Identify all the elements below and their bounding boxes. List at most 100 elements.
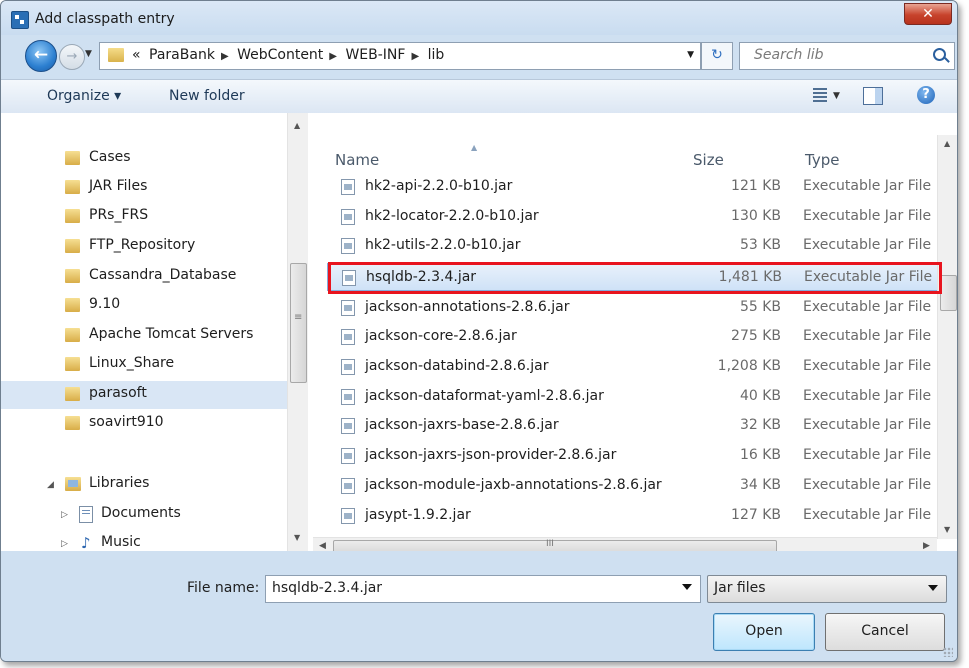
file-row[interactable]: jackson-dataformat-yaml-2.8.6.jar 40 KB Ex…: [327, 383, 941, 411]
nav-folder-cases[interactable]: Cases: [1, 145, 287, 173]
scroll-thumb[interactable]: [290, 263, 307, 383]
breadcrumb-overflow[interactable]: «: [132, 47, 141, 63]
nav-library-label: Music: [101, 534, 141, 550]
address-dropdown-icon[interactable]: ▼: [687, 50, 694, 60]
file-name-input[interactable]: [266, 576, 672, 600]
organize-button[interactable]: Organize ▾: [47, 88, 121, 104]
app-icon: [11, 11, 29, 29]
nav-folder-ftp-repository[interactable]: FTP_Repository: [1, 233, 287, 261]
expand-arrow-icon[interactable]: ▷: [61, 510, 68, 520]
file-name-label: File name:: [187, 580, 260, 596]
file-name: jackson-dataformat-yaml-2.8.6.jar: [365, 388, 604, 404]
file-size: 16 KB: [739, 447, 781, 463]
file-type: Executable Jar File: [803, 477, 932, 493]
nav-folder-cassandra-database[interactable]: Cassandra_Database: [1, 263, 287, 291]
expand-arrow-icon[interactable]: ▷: [61, 539, 68, 549]
nav-folder-linux-share[interactable]: Linux_Share: [1, 351, 287, 379]
nav-library-documents[interactable]: ▷ Documents: [1, 501, 287, 529]
file-list-horizontal-scrollbar[interactable]: ◀ ▶: [313, 537, 937, 551]
search-box[interactable]: [739, 42, 955, 70]
scroll-down-icon[interactable]: ▼: [944, 525, 950, 534]
folder-icon: [65, 387, 80, 401]
nav-folder-jar-files[interactable]: JAR Files: [1, 174, 287, 202]
scroll-thumb[interactable]: [333, 539, 777, 551]
column-header-name[interactable]: Name: [335, 151, 379, 169]
back-button[interactable]: ←: [25, 40, 57, 72]
documents-icon: [79, 506, 93, 523]
file-row[interactable]: hk2-api-2.2.0-b10.jar 121 KB Executable Ja…: [327, 173, 941, 201]
column-header-size[interactable]: Size: [693, 151, 724, 169]
file-row[interactable]: jackson-jaxrs-json-provider-2.8.6.jar 16 …: [327, 442, 941, 470]
nav-folder-parasoft[interactable]: parasoft: [1, 381, 287, 409]
nav-scrollbar[interactable]: ▲ ▼: [287, 113, 308, 551]
cancel-button[interactable]: Cancel: [825, 613, 945, 651]
chevron-right-icon[interactable]: ▶: [411, 51, 419, 62]
nav-folder-9-10[interactable]: 9.10: [1, 292, 287, 320]
file-size: 127 KB: [731, 507, 781, 523]
breadcrumb-lib[interactable]: lib: [428, 47, 445, 63]
jar-file-icon: [341, 209, 355, 225]
file-name: jackson-core-2.8.6.jar: [365, 328, 517, 344]
resize-grip-icon[interactable]: [943, 647, 953, 657]
breadcrumb-parabank[interactable]: ParaBank: [149, 47, 215, 63]
jar-file-icon: [341, 300, 355, 316]
file-row[interactable]: hk2-utils-2.2.0-b10.jar 53 KB Executable J…: [327, 232, 941, 260]
file-type-filter-select[interactable]: Jar files: [707, 575, 947, 603]
nav-libraries[interactable]: ◢ Libraries: [1, 471, 287, 499]
search-input[interactable]: [740, 43, 934, 67]
views-dropdown-icon[interactable]: ▼: [833, 91, 840, 101]
file-name: hk2-locator-2.2.0-b10.jar: [365, 208, 539, 224]
dialog-footer: File name: Jar files Open Cancel: [1, 557, 957, 661]
nav-folder-label: Linux_Share: [89, 355, 175, 371]
file-row[interactable]: jackson-module-jaxb-annotations-2.8.6.ja…: [327, 472, 941, 500]
file-row[interactable]: jackson-core-2.8.6.jar 275 KB Executable J…: [327, 323, 941, 351]
nav-folder-soavirt910[interactable]: soavirt910: [1, 410, 287, 438]
file-row[interactable]: jackson-jaxrs-base-2.8.6.jar 32 KB Executa…: [327, 412, 941, 440]
open-button[interactable]: Open: [713, 613, 815, 651]
file-name-combobox[interactable]: [265, 575, 701, 603]
views-icon[interactable]: [813, 88, 827, 102]
refresh-button[interactable]: ↻: [701, 42, 733, 70]
scroll-down-icon[interactable]: ▼: [294, 533, 300, 542]
command-toolbar: Organize ▾ New folder ▼ ?: [1, 79, 957, 115]
file-name: jasypt-1.9.2.jar: [365, 507, 471, 523]
file-list-vertical-scrollbar[interactable]: ▲ ▼: [937, 135, 957, 539]
scroll-right-icon[interactable]: ▶: [923, 541, 930, 551]
file-name: jackson-jaxrs-base-2.8.6.jar: [365, 417, 559, 433]
navigation-bar: ← → ▼ « ParaBank ▶ WebContent ▶ WEB-INF ▶ l…: [1, 35, 957, 79]
file-type: Executable Jar File: [803, 237, 932, 253]
breadcrumb-web-inf[interactable]: WEB-INF: [345, 47, 405, 63]
history-dropdown-icon[interactable]: ▼: [85, 49, 92, 59]
nav-folder-label: parasoft: [89, 385, 147, 401]
scroll-up-icon[interactable]: ▲: [294, 121, 300, 130]
folder-icon: [108, 48, 124, 62]
file-row[interactable]: hk2-locator-2.2.0-b10.jar 130 KB Executabl…: [327, 203, 941, 231]
collapse-arrow-icon[interactable]: ◢: [47, 480, 54, 490]
dropdown-arrow-icon[interactable]: [928, 585, 938, 591]
nav-folder-label: Cassandra_Database: [89, 267, 237, 283]
chevron-right-icon[interactable]: ▶: [221, 51, 229, 62]
help-icon[interactable]: ?: [917, 86, 935, 104]
new-folder-button[interactable]: New folder: [169, 88, 245, 104]
address-bar[interactable]: « ParaBank ▶ WebContent ▶ WEB-INF ▶ lib ▼: [99, 42, 701, 70]
scroll-left-icon[interactable]: ◀: [319, 541, 326, 551]
file-row[interactable]: jackson-annotations-2.8.6.jar 55 KB Execut…: [327, 294, 941, 322]
column-header-type[interactable]: Type: [805, 151, 839, 169]
scroll-thumb[interactable]: [940, 275, 957, 311]
preview-pane-icon[interactable]: [863, 87, 883, 105]
dropdown-arrow-icon[interactable]: [682, 584, 692, 590]
file-row[interactable]: jackson-databind-2.8.6.jar 1,208 KB Execut…: [327, 353, 941, 381]
forward-button[interactable]: →: [59, 44, 85, 70]
close-button[interactable]: ✕: [904, 3, 952, 25]
scroll-up-icon[interactable]: ▲: [944, 139, 950, 148]
chevron-right-icon[interactable]: ▶: [329, 51, 337, 62]
search-icon[interactable]: [933, 48, 946, 61]
navigation-pane: Cases JAR Files PRs_FRS FTP_Repository C…: [1, 113, 314, 551]
nav-folder-apache-tomcat-servers[interactable]: Apache Tomcat Servers: [1, 322, 287, 350]
file-size: 1,208 KB: [717, 358, 781, 374]
nav-library-music[interactable]: ▷ ♪ Music: [1, 530, 287, 551]
breadcrumb-webcontent[interactable]: WebContent: [237, 47, 323, 63]
file-type: Executable Jar File: [803, 178, 932, 194]
nav-folder-prs-frs[interactable]: PRs_FRS: [1, 203, 287, 231]
file-row[interactable]: jasypt-1.9.2.jar 127 KB Executable Jar Fil…: [327, 502, 941, 530]
